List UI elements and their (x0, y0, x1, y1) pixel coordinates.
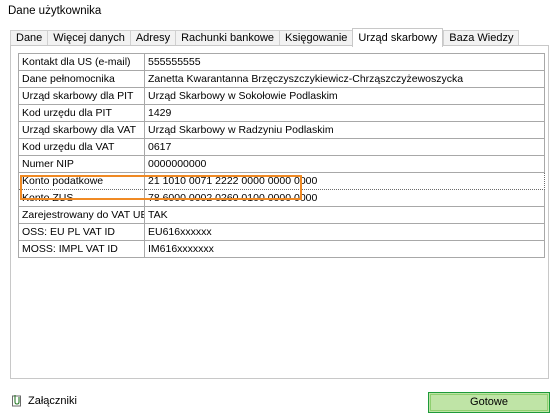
field-value-kontakt-us[interactable]: 555555555 (145, 54, 545, 71)
field-label: Zarejestrowany do VAT UE (19, 207, 145, 224)
field-value-kod-vat[interactable]: 0617 (145, 139, 545, 156)
tab-dane[interactable]: Dane (10, 30, 48, 46)
table-row[interactable]: Numer NIP 0000000000 (19, 156, 545, 173)
field-value-nip[interactable]: 0000000000 (145, 156, 545, 173)
window-title: Dane użytkownika (8, 5, 102, 17)
table-row[interactable]: Urząd skarbowy dla PIT Urząd Skarbowy w … (19, 88, 545, 105)
tab-urzad-skarbowy[interactable]: Urząd skarbowy (352, 28, 444, 47)
field-value-urzad-pit[interactable]: Urząd Skarbowy w Sokołowie Podlaskim (145, 88, 545, 105)
field-value-urzad-vat[interactable]: Urząd Skarbowy w Radzyniu Podlaskim (145, 122, 545, 139)
tab-panel-urzad-skarbowy: Kontakt dla US (e-mail) 555555555 Dane p… (10, 45, 549, 379)
field-label: Konto podatkowe (19, 173, 145, 190)
tab-rachunki-bankowe[interactable]: Rachunki bankowe (175, 30, 280, 46)
field-label: Kod urzędu dla VAT (19, 139, 145, 156)
field-value-konto-podatkowe[interactable]: 21 1010 0071 2222 0000 0000 0000 (145, 173, 545, 190)
field-label: Konto ZUS (19, 190, 145, 207)
field-value-vat-ue[interactable]: TAK (145, 207, 545, 224)
tab-baza-wiedzy[interactable]: Baza Wiedzy (443, 30, 520, 46)
done-button[interactable]: Gotowe (428, 392, 550, 413)
paperclip-icon (11, 394, 23, 407)
field-value-dane-pelnomocnika[interactable]: Zanetta Kwarantanna Brzęczyszczykiewicz-… (145, 71, 545, 88)
field-label: Numer NIP (19, 156, 145, 173)
field-label: Urząd skarbowy dla VAT (19, 122, 145, 139)
field-label: Dane pełnomocnika (19, 71, 145, 88)
table-row[interactable]: Konto ZUS 78 6000 0002 0260 0100 0000 00… (19, 190, 545, 207)
tab-ksiegowanie[interactable]: Księgowanie (279, 30, 353, 46)
table-row[interactable]: Dane pełnomocnika Zanetta Kwarantanna Br… (19, 71, 545, 88)
field-value-oss-vat-id[interactable]: EU616xxxxxx (145, 224, 545, 241)
attachments-label: Załączniki (28, 394, 77, 407)
table-row[interactable]: MOSS: IMPL VAT ID IM616xxxxxxx (19, 241, 545, 258)
table-row[interactable]: OSS: EU PL VAT ID EU616xxxxxx (19, 224, 545, 241)
field-value-kod-pit[interactable]: 1429 (145, 105, 545, 122)
property-grid: Kontakt dla US (e-mail) 555555555 Dane p… (18, 53, 545, 258)
field-label: OSS: EU PL VAT ID (19, 224, 145, 241)
tab-wiecej-danych[interactable]: Więcej danych (47, 30, 130, 46)
field-label: Kontakt dla US (e-mail) (19, 54, 145, 71)
field-value-konto-zus[interactable]: 78 6000 0002 0260 0100 0000 0000 (145, 190, 545, 207)
table-row[interactable]: Kod urzędu dla PIT 1429 (19, 105, 545, 122)
table-row-selected[interactable]: Konto podatkowe 21 1010 0071 2222 0000 0… (19, 173, 545, 190)
field-value-moss-vat-id[interactable]: IM616xxxxxxx (145, 241, 545, 258)
table-row[interactable]: Urząd skarbowy dla VAT Urząd Skarbowy w … (19, 122, 545, 139)
tab-bar: Dane Więcej danych Adresy Rachunki banko… (10, 28, 520, 47)
table-row[interactable]: Zarejestrowany do VAT UE TAK (19, 207, 545, 224)
tab-adresy[interactable]: Adresy (129, 30, 176, 46)
field-label: MOSS: IMPL VAT ID (19, 241, 145, 258)
attachments-link[interactable]: Załączniki (11, 394, 77, 407)
field-label: Kod urzędu dla PIT (19, 105, 145, 122)
table-row[interactable]: Kod urzędu dla VAT 0617 (19, 139, 545, 156)
table-row[interactable]: Kontakt dla US (e-mail) 555555555 (19, 54, 545, 71)
field-label: Urząd skarbowy dla PIT (19, 88, 145, 105)
